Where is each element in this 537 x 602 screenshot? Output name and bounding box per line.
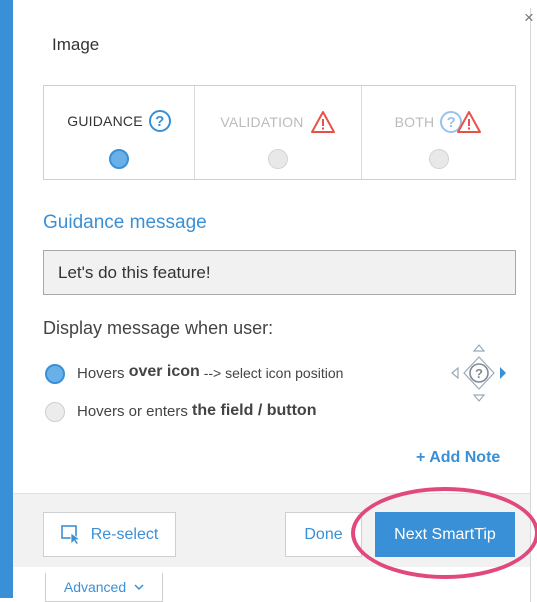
panel-border bbox=[530, 8, 531, 602]
mode-guidance-label: GUIDANCE ? bbox=[44, 110, 194, 132]
reselect-button[interactable]: Re-select bbox=[43, 512, 176, 557]
chevron-down-icon bbox=[134, 583, 144, 590]
option-text: Hovers or enters bbox=[77, 403, 193, 420]
warning-icon bbox=[310, 111, 335, 133]
advanced-label: Advanced bbox=[63, 579, 127, 595]
option-text: --> select icon position bbox=[199, 365, 344, 381]
mode-validation-radio[interactable] bbox=[268, 149, 288, 169]
mode-guidance-text: GUIDANCE bbox=[67, 113, 143, 129]
option-text: Hovers bbox=[77, 365, 129, 382]
advanced-toggle[interactable]: Advanced bbox=[45, 573, 163, 602]
guidance-message-heading: Guidance message bbox=[43, 212, 207, 233]
svg-text:?: ? bbox=[475, 366, 483, 381]
mode-both-radio[interactable] bbox=[428, 149, 449, 169]
mode-guidance[interactable]: GUIDANCE ? bbox=[44, 86, 195, 179]
reselect-label: Re-select bbox=[90, 525, 159, 543]
next-smarttip-button[interactable]: Next SmartTip bbox=[375, 512, 515, 557]
question-icon: ? bbox=[148, 110, 171, 132]
mode-validation-label: VALIDATION bbox=[195, 110, 361, 134]
mode-validation[interactable]: VALIDATION bbox=[195, 86, 362, 179]
option-hover-icon[interactable]: Hovers over icon --> select icon positio… bbox=[45, 363, 344, 384]
done-button[interactable]: Done bbox=[285, 512, 362, 557]
option-hover-icon-radio[interactable] bbox=[45, 364, 65, 384]
mode-guidance-radio[interactable] bbox=[109, 149, 129, 169]
option-hover-icon-label: Hovers over icon --> select icon positio… bbox=[77, 363, 344, 383]
accent-bar bbox=[0, 0, 13, 598]
option-text-emphasis: the field / button bbox=[192, 402, 317, 419]
mode-both-label: BOTH ? bbox=[362, 110, 515, 134]
position-picker-icon[interactable]: ? bbox=[448, 343, 510, 403]
warning-icon bbox=[457, 111, 482, 133]
reselect-cursor-icon bbox=[60, 524, 81, 545]
mode-validation-text: VALIDATION bbox=[220, 114, 304, 130]
display-condition-label: Display message when user: bbox=[43, 318, 274, 338]
smarttip-editor-panel: × Image GUIDANCE ? VALIDATION BOTH ? Gui… bbox=[0, 0, 537, 602]
mode-selector: GUIDANCE ? VALIDATION BOTH ? bbox=[43, 85, 516, 180]
add-note-link[interactable]: + Add Note bbox=[416, 449, 500, 467]
option-hover-field-label: Hovers or enters the field / button bbox=[77, 402, 317, 421]
close-button[interactable]: × bbox=[522, 9, 536, 26]
panel-title: Image bbox=[52, 35, 100, 54]
mode-both-text: BOTH bbox=[394, 114, 435, 130]
option-hover-field[interactable]: Hovers or enters the field / button bbox=[45, 402, 316, 422]
option-hover-field-radio[interactable] bbox=[45, 402, 65, 422]
mode-both[interactable]: BOTH ? bbox=[362, 86, 515, 179]
both-icons: ? bbox=[440, 110, 482, 134]
guidance-message-input[interactable] bbox=[43, 250, 516, 295]
option-text-emphasis: over icon bbox=[128, 363, 200, 380]
